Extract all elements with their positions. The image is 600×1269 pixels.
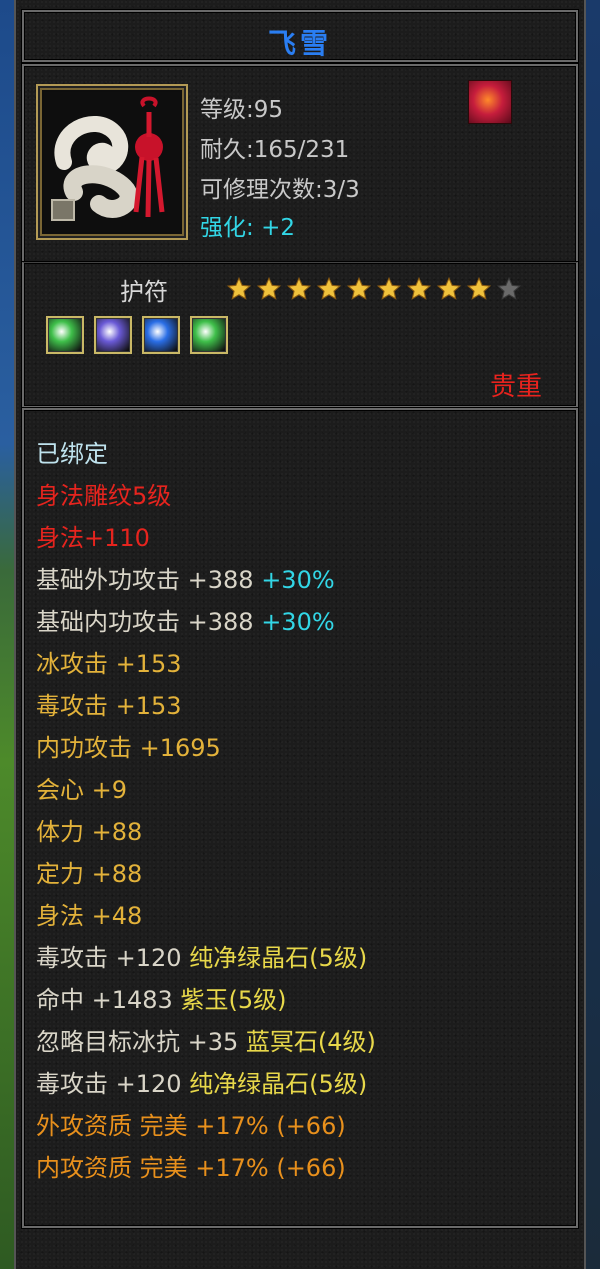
item-name: 飞雪 — [267, 27, 332, 60]
purple-gem-icon[interactable] — [94, 316, 132, 354]
ext-attack-value: 基础外功攻击 +388 — [36, 566, 254, 594]
star-filled-icon — [466, 276, 492, 300]
background-edge-right — [586, 0, 600, 1269]
crit-stat: 会心 +9 — [36, 776, 128, 804]
poison-attack-stat: 毒攻击 +153 — [36, 692, 182, 720]
star-filled-icon — [346, 276, 372, 300]
star-filled-icon — [436, 276, 462, 300]
gem-stat-1-value: 毒攻击 +120 — [36, 944, 182, 972]
flame-buff-icon[interactable] — [468, 80, 512, 124]
item-type: 护符 — [120, 278, 168, 306]
green-gem-icon[interactable] — [190, 316, 228, 354]
gem-stat-4-value: 毒攻击 +120 — [36, 1070, 182, 1098]
star-filled-icon — [226, 276, 252, 300]
gem-stat-2: 命中 +1483 紫玉(5级) — [36, 988, 286, 1012]
item-enhance: 强化: +2 — [200, 208, 295, 242]
ext-attack-stat: 基础外功攻击 +388 +30% — [36, 568, 335, 592]
ice-attack-stat: 冰攻击 +153 — [36, 650, 182, 678]
int-attack-value: 基础内功攻击 +388 — [36, 608, 254, 636]
gem-stat-4: 毒攻击 +120 纯净绿晶石(5级) — [36, 1072, 367, 1096]
int-aptitude: 内攻资质 完美 +17% (+66) — [36, 1154, 346, 1182]
agility-stat: 身法 +48 — [36, 902, 143, 930]
star-empty-icon — [496, 276, 522, 300]
bound-status: 已绑定 — [36, 440, 108, 468]
star-filled-icon — [316, 276, 342, 300]
gem-stat-3-name: 蓝冥石(4级) — [245, 1028, 376, 1056]
gem-stat-1: 毒攻击 +120 纯净绿晶石(5级) — [36, 946, 367, 970]
blue-gem-icon[interactable] — [142, 316, 180, 354]
int-attack-stat: 基础内功攻击 +388 +30% — [36, 610, 335, 634]
enhance-value: +2 — [261, 215, 295, 241]
item-durability: 耐久:165/231 — [200, 137, 350, 163]
star-filled-icon — [406, 276, 432, 300]
star-filled-icon — [286, 276, 312, 300]
jade-pendant-icon — [36, 84, 188, 240]
star-filled-icon — [256, 276, 282, 300]
item-rarity: 贵重 — [489, 372, 542, 402]
title-bar: 飞雪 — [22, 10, 578, 62]
gem-stat-4-name: 纯净绿晶石(5级) — [189, 1070, 368, 1098]
item-tooltip: 飞雪 等级:95 耐久:165/231 可修理次数:3/3 强化: +2 护符 … — [14, 0, 586, 1269]
background-edge-left — [0, 0, 14, 1269]
stamina-stat: 体力 +88 — [36, 818, 143, 846]
engrave-level: 身法雕纹5级 — [36, 482, 172, 510]
ext-attack-pct: +30% — [261, 566, 335, 594]
gem-stat-2-value: 命中 +1483 — [36, 986, 173, 1014]
engrave-bonus: 身法+110 — [36, 524, 150, 552]
int-attack-pct: +30% — [261, 608, 335, 636]
green-gem-icon[interactable] — [46, 316, 84, 354]
focus-stat: 定力 +88 — [36, 860, 143, 888]
gem-stat-2-name: 紫玉(5级) — [180, 986, 287, 1014]
item-repair-count: 可修理次数:3/3 — [200, 177, 360, 203]
item-level: 等级:95 — [200, 97, 284, 123]
ext-aptitude: 外攻资质 完美 +17% (+66) — [36, 1112, 346, 1140]
inner-attack-stat: 内功攻击 +1695 — [36, 734, 221, 762]
star-filled-icon — [376, 276, 402, 300]
enhance-label: 强化: — [200, 215, 254, 241]
gem-stat-1-name: 纯净绿晶石(5级) — [189, 944, 368, 972]
gem-stat-3-value: 忽略目标冰抗 +35 — [36, 1028, 239, 1056]
gem-stat-3: 忽略目标冰抗 +35 蓝冥石(4级) — [36, 1030, 376, 1054]
